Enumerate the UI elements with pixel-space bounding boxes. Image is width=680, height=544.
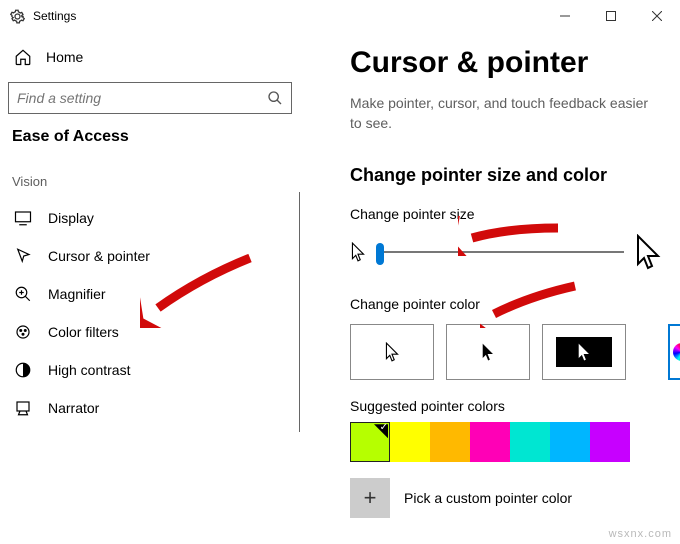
- pointer-color-black[interactable]: [446, 324, 530, 380]
- page-description: Make pointer, cursor, and touch feedback…: [350, 94, 662, 133]
- watermark: wsxnx.com: [609, 528, 672, 540]
- pointer-color-white[interactable]: [350, 324, 434, 380]
- minimize-button[interactable]: [542, 0, 588, 32]
- group-label-vision: Vision: [12, 174, 292, 189]
- display-icon: [14, 209, 32, 227]
- window-title: Settings: [33, 9, 542, 23]
- sidebar-item-label: Cursor & pointer: [48, 248, 150, 264]
- maximize-button[interactable]: [588, 0, 634, 32]
- pointer-color-inverted[interactable]: [542, 324, 626, 380]
- main-content: Cursor & pointer Make pointer, cursor, a…: [300, 32, 680, 544]
- nav-home[interactable]: Home: [8, 40, 292, 74]
- home-icon: [14, 48, 32, 66]
- search-input[interactable]: [17, 90, 267, 106]
- add-custom-color-button[interactable]: +: [350, 478, 390, 518]
- custom-color-row: + Pick a custom pointer color: [350, 478, 662, 518]
- color-swatch[interactable]: ✓: [350, 422, 390, 462]
- pointer-size-label: Change pointer size: [350, 206, 662, 222]
- suggested-colors-label: Suggested pointer colors: [350, 398, 662, 414]
- section-heading: Change pointer size and color: [350, 165, 662, 186]
- color-swatch[interactable]: [510, 422, 550, 462]
- color-swatch[interactable]: [470, 422, 510, 462]
- pointer-size-row: [350, 234, 662, 270]
- sidebar-item-high-contrast[interactable]: High contrast: [8, 351, 292, 389]
- color-filters-icon: [14, 323, 32, 341]
- search-box[interactable]: [8, 82, 292, 114]
- pointer-color-options: [350, 324, 662, 380]
- color-wheel-icon: [673, 343, 680, 361]
- search-icon: [267, 90, 283, 106]
- close-button[interactable]: [634, 0, 680, 32]
- sidebar-item-display[interactable]: Display: [8, 199, 292, 237]
- sidebar-item-color-filters[interactable]: Color filters: [8, 313, 292, 351]
- color-swatch[interactable]: [430, 422, 470, 462]
- pointer-size-slider[interactable]: [376, 240, 624, 264]
- sidebar-item-label: Color filters: [48, 324, 119, 340]
- titlebar: Settings: [0, 0, 680, 32]
- settings-gear-icon: [10, 9, 25, 24]
- cursor-large-icon: [634, 234, 662, 270]
- sidebar: Home Ease of Access Vision Display Curso…: [0, 32, 300, 544]
- sidebar-item-magnifier[interactable]: Magnifier: [8, 275, 292, 313]
- section-header: Ease of Access: [12, 128, 292, 146]
- sidebar-item-label: Display: [48, 210, 94, 226]
- color-swatch[interactable]: [390, 422, 430, 462]
- color-swatch[interactable]: [550, 422, 590, 462]
- suggested-colors: ✓: [350, 422, 662, 462]
- pointer-color-label: Change pointer color: [350, 296, 662, 312]
- high-contrast-icon: [14, 361, 32, 379]
- custom-color-label: Pick a custom pointer color: [404, 490, 572, 506]
- sidebar-item-label: Magnifier: [48, 286, 106, 302]
- pointer-color-custom[interactable]: [668, 324, 680, 380]
- sidebar-item-label: High contrast: [48, 362, 130, 378]
- color-swatch[interactable]: [590, 422, 630, 462]
- magnifier-icon: [14, 285, 32, 303]
- sidebar-item-narrator[interactable]: Narrator: [8, 389, 292, 427]
- nav-home-label: Home: [46, 49, 83, 65]
- sidebar-item-cursor-pointer[interactable]: Cursor & pointer: [8, 237, 292, 275]
- cursor-small-icon: [350, 242, 366, 262]
- sidebar-item-label: Narrator: [48, 400, 99, 416]
- narrator-icon: [14, 399, 32, 417]
- page-title: Cursor & pointer: [350, 46, 662, 80]
- cursor-icon: [14, 247, 32, 265]
